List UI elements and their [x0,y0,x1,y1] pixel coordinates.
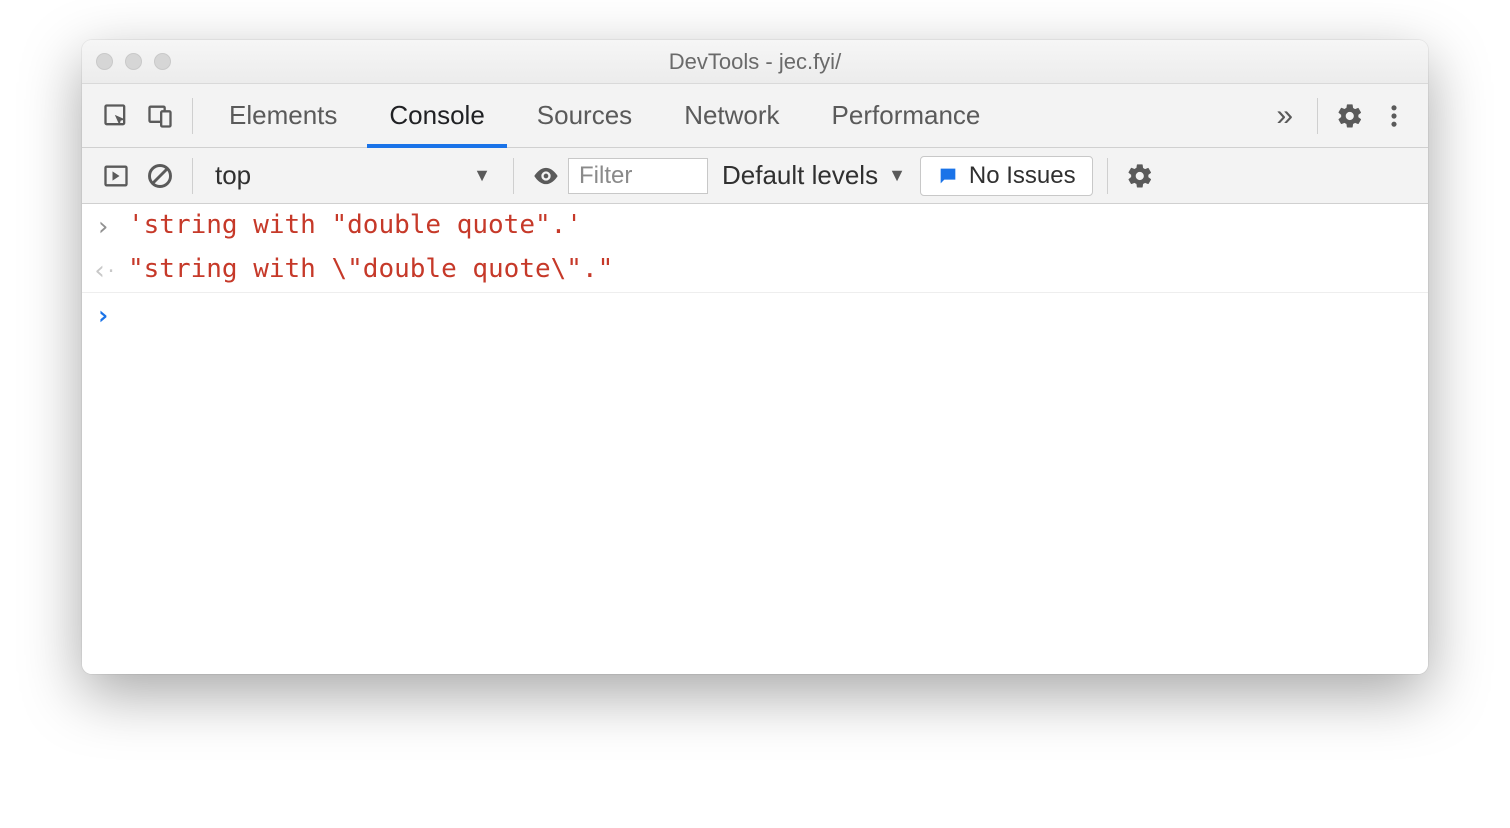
clear-console-icon[interactable] [138,154,182,198]
main-tabs: Elements Console Sources Network Perform… [82,84,1428,148]
kebab-menu-icon[interactable] [1372,94,1416,138]
levels-label: Default levels [722,160,878,191]
tab-sources[interactable]: Sources [511,84,658,147]
prompt-marker-icon [92,299,114,331]
window-controls [96,53,171,70]
log-levels-selector[interactable]: Default levels ▼ [708,160,920,191]
chevron-down-icon: ▼ [473,165,491,186]
settings-icon[interactable] [1328,94,1372,138]
tab-performance[interactable]: Performance [806,84,1007,147]
issues-button[interactable]: No Issues [920,156,1093,196]
more-tabs-icon[interactable]: » [1262,99,1307,133]
divider [1107,158,1108,194]
output-marker-icon [92,254,114,286]
console-prompt-row[interactable] [82,293,1428,337]
input-marker-icon [92,210,114,242]
sidebar-toggle-icon[interactable] [94,154,138,198]
context-selector[interactable]: top ▼ [203,160,503,191]
chat-icon [937,165,959,187]
close-window-button[interactable] [96,53,113,70]
console-output: 'string with "double quote".' "string wi… [82,204,1428,674]
divider [192,98,193,134]
console-text: 'string with "double quote".' [128,210,582,240]
tab-console[interactable]: Console [363,84,510,147]
console-text: "string with \"double quote\"." [128,254,613,284]
chevron-down-icon: ▼ [888,165,906,186]
console-row-input: 'string with "double quote".' [82,204,1428,248]
window-title: DevTools - jec.fyi/ [82,49,1428,75]
tab-network[interactable]: Network [658,84,805,147]
devtools-window: DevTools - jec.fyi/ Elements Console Sou… [82,40,1428,674]
divider [513,158,514,194]
maximize-window-button[interactable] [154,53,171,70]
tab-list: Elements Console Sources Network Perform… [203,84,1006,147]
divider [1317,98,1318,134]
console-toolbar: top ▼ Default levels ▼ No Issues [82,148,1428,204]
inspect-element-icon[interactable] [94,94,138,138]
issues-label: No Issues [969,162,1076,190]
console-settings-icon[interactable] [1118,154,1162,198]
filter-input[interactable] [568,158,708,194]
device-toolbar-icon[interactable] [138,94,182,138]
console-row-output: "string with \"double quote\"." [82,248,1428,293]
divider [192,158,193,194]
minimize-window-button[interactable] [125,53,142,70]
titlebar: DevTools - jec.fyi/ [82,40,1428,84]
live-expression-icon[interactable] [524,154,568,198]
context-label: top [215,160,251,191]
tab-elements[interactable]: Elements [203,84,363,147]
